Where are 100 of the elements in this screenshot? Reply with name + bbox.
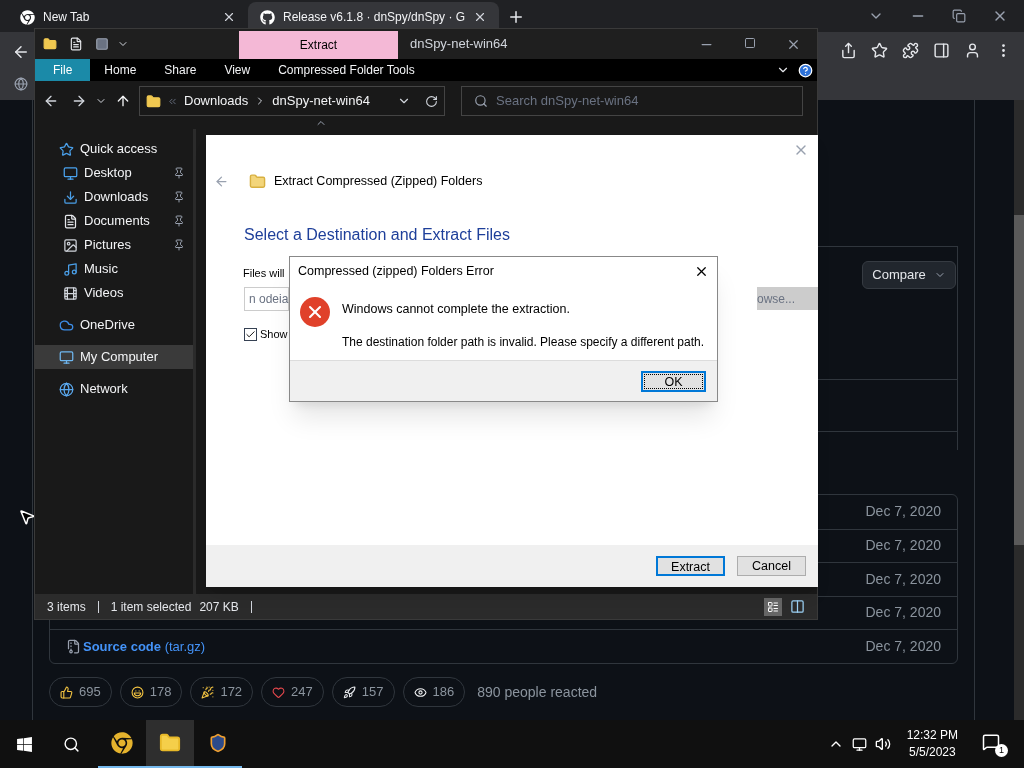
browser-tab[interactable]: New Tab <box>8 2 248 32</box>
monitor-icon <box>63 165 78 181</box>
destination-field[interactable]: n odeia <box>244 287 289 312</box>
error-icon <box>300 297 330 327</box>
asset-date: Dec 7, 2020 <box>865 569 941 589</box>
laughing-face-icon <box>130 685 144 699</box>
nav-item[interactable]: Desktop <box>35 161 193 185</box>
nav-item[interactable]: Videos <box>35 281 193 305</box>
film-icon <box>63 285 78 301</box>
ribbon-tab[interactable]: Home <box>90 59 151 81</box>
nav-item[interactable]: Network <box>35 377 193 401</box>
details-view-button[interactable] <box>764 597 782 616</box>
status-text: 207 KB <box>199 598 239 616</box>
zip-folder-icon <box>146 93 161 109</box>
network-icon <box>59 381 74 397</box>
field-label: Files will <box>243 265 285 281</box>
volume-icon[interactable] <box>874 736 891 752</box>
reaction-summary: 890 people reacted <box>477 682 598 702</box>
music-note-icon <box>63 261 78 277</box>
folder-icon <box>43 37 57 51</box>
dialog-button[interactable]: Cancel <box>737 556 806 576</box>
address-bar[interactable]: Downloads dnSpy-net-win64 <box>139 86 445 116</box>
new-folder-icon[interactable] <box>95 37 109 51</box>
asset-date: Dec 7, 2020 <box>865 536 941 556</box>
properties-icon[interactable] <box>69 37 83 51</box>
window-title: dnSpy-net-win64 <box>410 35 508 54</box>
maximize-icon[interactable] <box>744 36 756 49</box>
download-icon <box>63 189 78 205</box>
forward-icon[interactable] <box>71 93 87 109</box>
chrome-icon <box>111 732 133 754</box>
refresh-icon[interactable] <box>425 94 438 108</box>
thumbs-up-icon <box>60 685 73 699</box>
shield-icon <box>208 733 228 753</box>
document-icon <box>63 213 78 229</box>
dialog-heading: Select a Destination and Extract Files <box>244 224 511 245</box>
scrollbar[interactable] <box>1014 100 1024 720</box>
picture-icon <box>63 237 78 253</box>
ribbon-tab[interactable]: Share <box>150 59 211 81</box>
rocket-icon <box>342 685 356 699</box>
network-status-icon[interactable] <box>851 736 867 752</box>
heart-icon <box>272 685 286 699</box>
dialog-button[interactable]: Extract <box>656 556 725 576</box>
scrollbar-thumb[interactable] <box>1014 215 1024 545</box>
zip-file-icon <box>66 638 81 654</box>
computer-icon <box>59 349 74 365</box>
search-icon <box>474 94 488 108</box>
error-message: Windows cannot complete the extraction. <box>342 301 571 318</box>
status-text: 3 items <box>47 598 86 616</box>
close-icon[interactable] <box>222 10 236 24</box>
back-icon[interactable] <box>12 43 30 61</box>
asset-date: Dec 7, 2020 <box>865 636 941 656</box>
tiles-view-icon[interactable] <box>790 599 805 614</box>
profile-icon[interactable] <box>964 42 981 59</box>
notifications-button[interactable]: 1 <box>982 731 1008 757</box>
ok-button[interactable]: OK <box>641 370 706 392</box>
globe-icon <box>14 77 28 91</box>
taskbar-app[interactable] <box>146 720 194 768</box>
party-popper-icon <box>201 685 215 699</box>
nav-item[interactable]: Music <box>35 257 193 281</box>
nav-item[interactable]: My Computer <box>35 345 193 369</box>
nav-item[interactable]: Downloads <box>35 185 193 209</box>
start-icon[interactable] <box>16 735 33 753</box>
share-icon[interactable] <box>840 42 857 59</box>
side-panel-icon[interactable] <box>933 42 950 59</box>
cloud-icon <box>59 317 74 333</box>
ribbon-tab[interactable]: Compressed Folder Tools <box>264 59 429 81</box>
checkbox-label: Show <box>260 327 288 343</box>
search-icon[interactable] <box>63 735 80 753</box>
github-icon <box>260 9 275 25</box>
clock[interactable]: 12:32 PM 5/5/2023 <box>906 727 958 761</box>
chrome-icon <box>20 9 35 25</box>
eyes-icon <box>413 685 427 699</box>
compare-button[interactable]: Compare <box>862 261 956 289</box>
up-icon[interactable] <box>115 93 131 109</box>
zip-folder-icon <box>249 172 266 190</box>
cursor-icon <box>18 508 36 526</box>
ribbon-tab[interactable]: View <box>210 59 265 81</box>
nav-item[interactable]: Quick access <box>35 137 193 161</box>
asset-date: Dec 7, 2020 <box>865 502 941 522</box>
source-code-link[interactable]: Source code (tar.gz) <box>83 636 206 656</box>
restore-icon[interactable] <box>952 9 966 23</box>
help-icon[interactable] <box>798 62 813 78</box>
extensions-icon[interactable] <box>902 42 919 59</box>
nav-item[interactable]: Documents <box>35 209 193 233</box>
dialog-title: Extract Compressed (Zipped) Folders <box>274 173 483 190</box>
nav-item[interactable]: OneDrive <box>35 313 193 337</box>
breadcrumb: dnSpy-net-win64 <box>272 92 370 111</box>
error-detail: The destination folder path is invalid. Please specify a different path. <box>342 333 704 351</box>
back-icon[interactable] <box>43 93 59 109</box>
status-text: 1 item selected <box>110 598 192 616</box>
search-field[interactable]: Search dnSpy-net-win64 <box>461 86 803 116</box>
asset-date: Dec 7, 2020 <box>865 603 941 623</box>
list-icon <box>767 600 779 613</box>
breadcrumb: Downloads <box>184 92 249 111</box>
star-icon <box>59 141 74 157</box>
checkbox[interactable] <box>244 328 257 341</box>
dialog-title: Compressed (zipped) Folders Error <box>298 262 495 280</box>
bookmark-star-icon[interactable] <box>871 42 888 59</box>
nav-item[interactable]: Pictures <box>35 233 193 257</box>
folder-icon <box>159 732 181 754</box>
